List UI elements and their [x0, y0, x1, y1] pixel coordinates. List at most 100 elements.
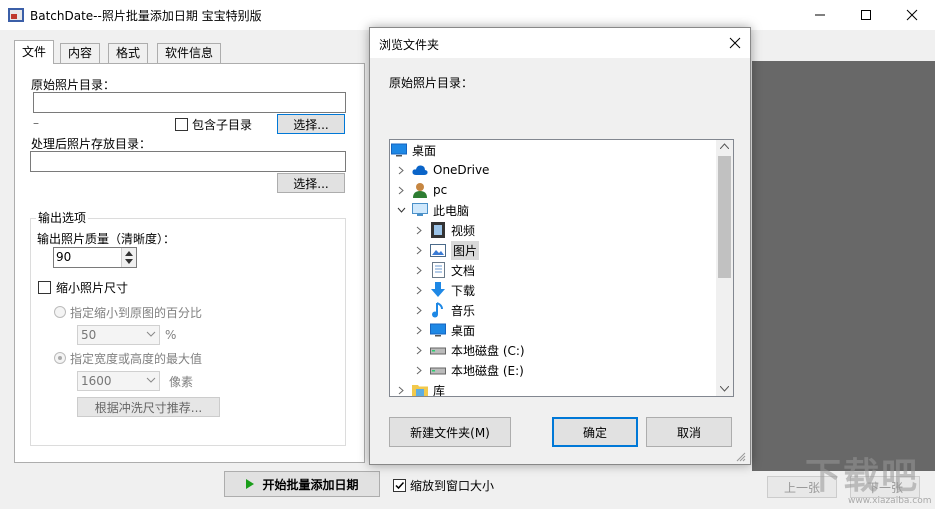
tree-item[interactable]: 下载 — [414, 280, 475, 300]
tree-item[interactable]: OneDrive — [396, 160, 489, 180]
watermark-text: 下载吧 — [805, 456, 920, 497]
tree-item[interactable]: 音乐 — [414, 300, 475, 320]
desktop-icon — [391, 142, 407, 158]
drive-icon — [430, 362, 446, 378]
folder-tree[interactable]: 桌面 OneDrive pc 此电脑 视频 图片 文档 下载 音乐 桌面 本地磁盘 (C:) 本地磁盘… — [389, 139, 734, 397]
tree-item[interactable]: 文档 — [414, 260, 475, 280]
quality-spinner[interactable]: 90 — [53, 247, 137, 268]
recommend-size-button[interactable]: 根据冲洗尺寸推荐... — [77, 397, 220, 417]
spin-down-icon[interactable] — [125, 259, 133, 265]
tab-format[interactable]: 格式 — [108, 43, 149, 63]
document-icon — [430, 262, 446, 278]
tree-item[interactable]: 桌面 — [391, 140, 436, 160]
tree-scrollbar[interactable] — [716, 140, 733, 396]
source-dir-label: 原始照片目录： — [31, 78, 116, 92]
scroll-down-icon[interactable] — [720, 386, 729, 392]
maximize-button[interactable] — [843, 0, 889, 30]
quality-spin-buttons[interactable] — [121, 248, 136, 267]
cloud-icon — [412, 162, 428, 178]
tree-item-label: 库 — [433, 383, 446, 397]
pictures-icon — [430, 242, 446, 258]
percent-option-label: 指定缩小到原图的百分比 — [70, 306, 203, 320]
tab-file[interactable]: 文件 — [14, 40, 55, 64]
tree-item[interactable]: pc — [396, 180, 447, 200]
fit-window-checkbox[interactable] — [393, 479, 406, 492]
tree-item-label: 下载 — [451, 283, 476, 298]
choose-output-button[interactable]: 选择... — [277, 173, 345, 193]
output-dir-input[interactable] — [30, 151, 346, 172]
include-subdir-checkbox[interactable] — [175, 118, 188, 131]
preview-area — [752, 61, 935, 471]
tree-item[interactable]: 本地磁盘 (C:) — [414, 340, 525, 360]
percent-unit: % — [165, 328, 177, 342]
close-icon — [906, 9, 918, 21]
chevron-down-icon — [146, 331, 156, 337]
max-size-unit: 像素 — [169, 375, 194, 389]
close-button[interactable] — [889, 0, 935, 30]
spin-up-icon[interactable] — [125, 250, 133, 256]
watermark-url: www.xiazaiba.com — [848, 496, 932, 506]
window-title: BatchDate--照片批量添加日期 宝宝特别版 — [30, 9, 262, 23]
close-icon — [729, 37, 741, 49]
tree-item[interactable]: 图片 — [414, 240, 480, 260]
chevron-right-icon[interactable] — [414, 225, 424, 235]
percent-value: 50 — [81, 328, 97, 342]
cancel-button[interactable]: 取消 — [646, 417, 732, 447]
ok-button[interactable]: 确定 — [552, 417, 638, 447]
chevron-right-icon[interactable] — [414, 245, 424, 255]
minimize-button[interactable] — [797, 0, 843, 30]
source-dir-dash: – — [33, 116, 39, 130]
new-folder-button[interactable]: 新建文件夹(M) — [389, 417, 511, 447]
checkmark-icon — [395, 481, 405, 490]
tree-item-label: 桌面 — [451, 323, 476, 338]
tree-item[interactable]: 视频 — [414, 220, 475, 240]
chevron-right-icon[interactable] — [414, 345, 424, 355]
tree-item[interactable]: 桌面 — [414, 320, 475, 340]
tree-item-label: 本地磁盘 (C:) — [451, 343, 525, 358]
max-size-option-label: 指定宽度或高度的最大值 — [70, 352, 203, 366]
choose-source-button[interactable]: 选择... — [277, 114, 345, 134]
shrink-photo-checkbox[interactable] — [38, 281, 51, 294]
start-batch-button[interactable]: 开始批量添加日期 — [224, 471, 380, 497]
chevron-right-icon[interactable] — [396, 385, 406, 395]
computer-icon — [412, 202, 428, 218]
chevron-right-icon[interactable] — [414, 265, 424, 275]
tree-item-label: 桌面 — [412, 143, 437, 158]
resize-grip-icon[interactable] — [736, 452, 746, 462]
chevron-right-icon[interactable] — [414, 365, 424, 375]
title-bar: BatchDate--照片批量添加日期 宝宝特别版 — [0, 0, 935, 30]
user-icon — [412, 182, 428, 198]
scroll-up-icon[interactable] — [720, 143, 729, 149]
tree-item[interactable]: 此电脑 — [396, 200, 469, 220]
tab-content[interactable]: 内容 — [60, 43, 101, 63]
percent-combo[interactable]: 50 — [77, 325, 160, 345]
max-size-radio[interactable] — [54, 352, 66, 364]
percent-radio[interactable] — [54, 306, 66, 318]
fit-window-label: 缩放到窗口大小 — [410, 479, 495, 493]
music-icon — [430, 302, 446, 318]
tree-item[interactable]: 库 — [396, 380, 446, 397]
drive-icon — [430, 342, 446, 358]
tree-item-label: 本地磁盘 (E:) — [451, 363, 524, 378]
chevron-right-icon[interactable] — [396, 165, 406, 175]
download-icon — [430, 282, 446, 298]
tree-item-label: 图片 — [451, 240, 480, 260]
chevron-down-icon[interactable] — [396, 205, 406, 215]
dialog-title-bar: 浏览文件夹 — [370, 28, 750, 58]
max-size-combo[interactable]: 1600 — [77, 371, 160, 391]
chevron-right-icon[interactable] — [414, 285, 424, 295]
play-icon — [246, 479, 255, 489]
output-dir-label: 处理后照片存放目录： — [31, 137, 152, 151]
scroll-thumb[interactable] — [718, 156, 731, 278]
chevron-right-icon[interactable] — [396, 185, 406, 195]
dialog-title: 浏览文件夹 — [379, 38, 440, 52]
chevron-right-icon[interactable] — [414, 305, 424, 315]
source-dir-input[interactable] — [33, 92, 346, 113]
chevron-down-icon — [146, 377, 156, 383]
minimize-icon — [815, 14, 825, 16]
include-subdir-label: 包含子目录 — [192, 118, 253, 132]
tab-software-info[interactable]: 软件信息 — [157, 43, 222, 63]
tree-item[interactable]: 本地磁盘 (E:) — [414, 360, 524, 380]
dialog-close-button[interactable] — [720, 28, 750, 58]
chevron-right-icon[interactable] — [414, 325, 424, 335]
